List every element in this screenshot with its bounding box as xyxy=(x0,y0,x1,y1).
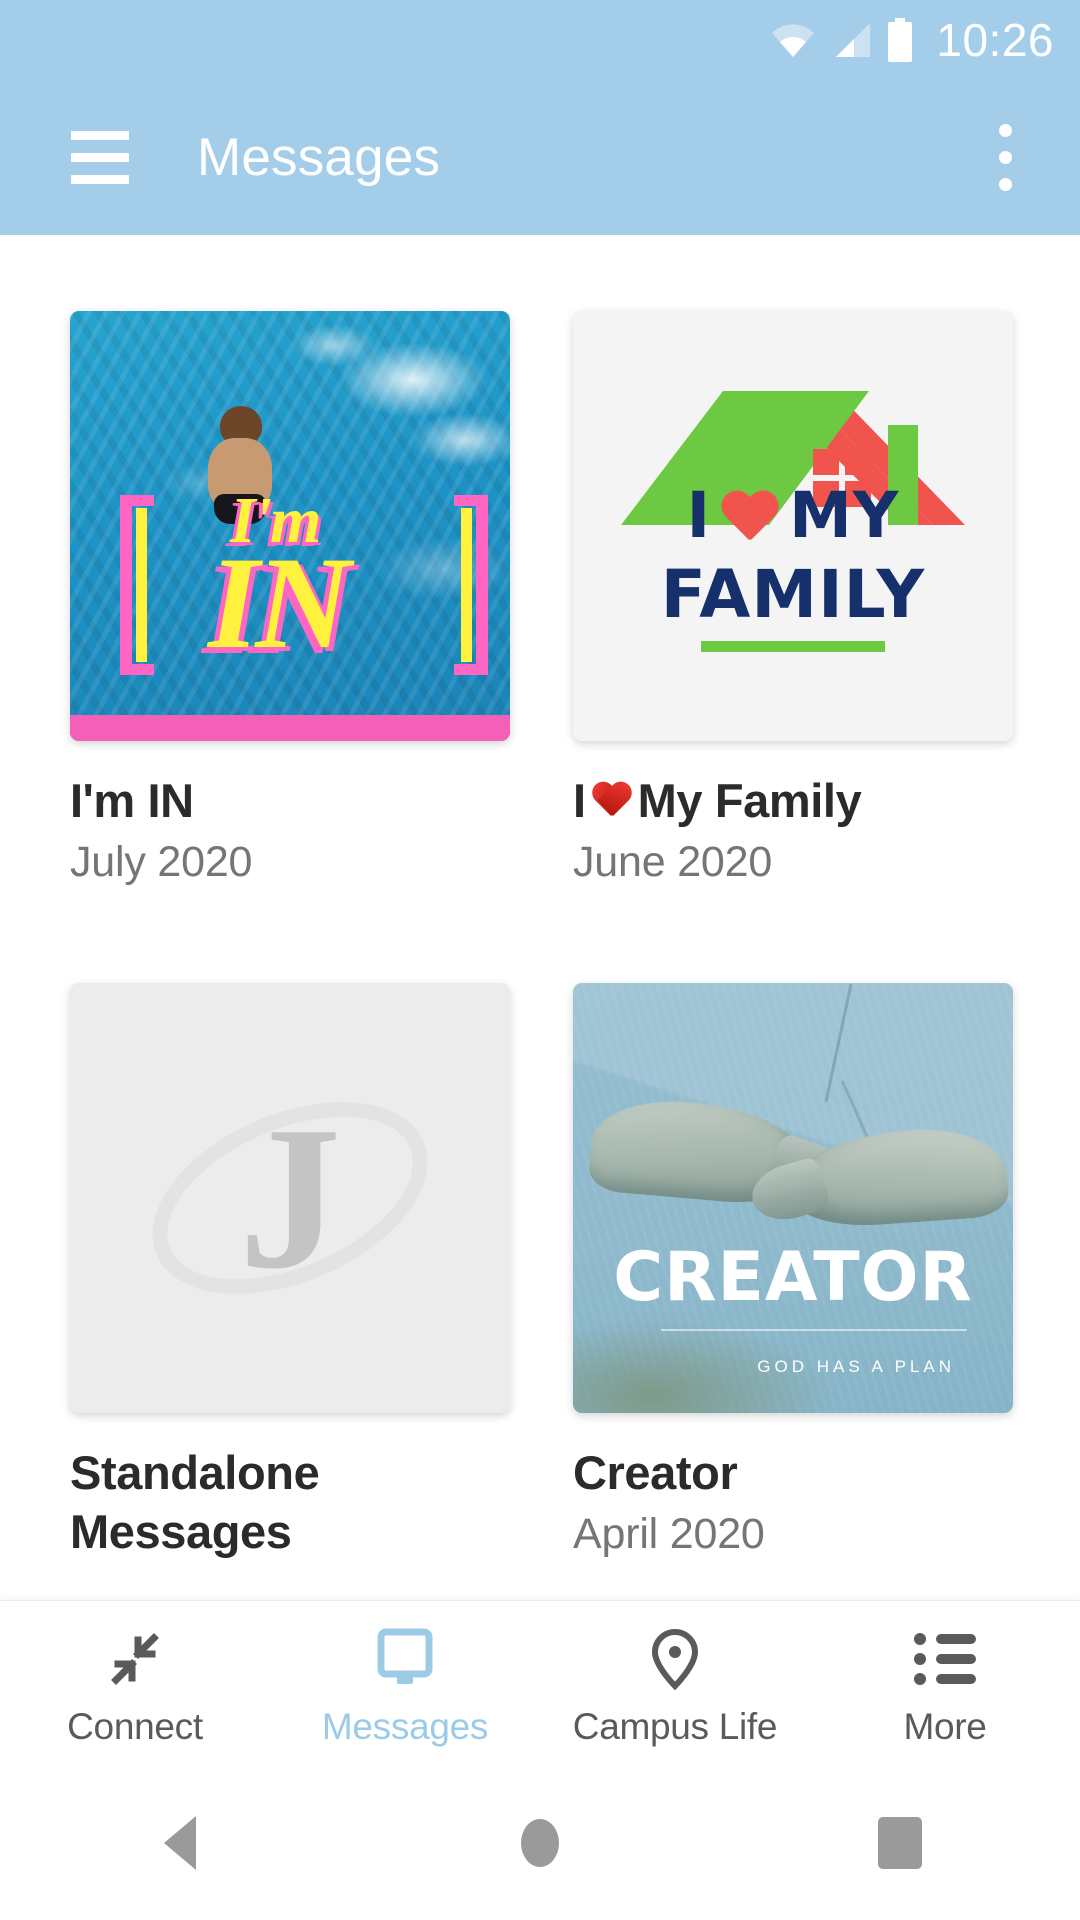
system-navigation-bar xyxy=(0,1765,1080,1920)
list-item[interactable]: I MY FAMILY I My Family June 2020 xyxy=(573,311,1013,887)
nav-item-more[interactable]: More xyxy=(810,1623,1080,1748)
pink-accent-bar xyxy=(70,715,510,741)
family-logo-art: I MY FAMILY xyxy=(573,311,1013,741)
nav-label: More xyxy=(903,1706,987,1747)
bottom-navigation-bar: Connect Messages Campus Life More xyxy=(0,1600,1080,1765)
home-circle-icon[interactable] xyxy=(450,1765,630,1920)
back-triangle-icon[interactable] xyxy=(90,1765,270,1920)
overlay-subtitle: GOD HAS A PLAN xyxy=(757,1357,955,1376)
placeholder-art: J xyxy=(70,983,510,1413)
connect-arrows-icon xyxy=(104,1623,166,1695)
card-title-prefix: I xyxy=(573,774,586,827)
green-underline xyxy=(701,641,885,652)
hamburger-menu-icon[interactable] xyxy=(45,80,155,235)
logo-word-my: MY xyxy=(789,479,900,552)
card-date: April 2020 xyxy=(573,1510,765,1558)
heart-emoji-icon xyxy=(591,783,633,821)
logo-word-i: I xyxy=(686,479,712,552)
card-date: June 2020 xyxy=(573,838,773,886)
phone-screen: 10:26 Messages I'm IN I'm IN July 2020 I… xyxy=(0,0,1080,1920)
nav-label: Connect xyxy=(67,1706,203,1747)
nav-item-connect[interactable]: Connect xyxy=(0,1623,270,1748)
card-grid: I'm IN I'm IN July 2020 I MY FAMILY I My… xyxy=(0,235,1080,1569)
message-series-list[interactable]: I'm IN I'm IN July 2020 I MY FAMILY I My… xyxy=(0,235,1080,1620)
overlay-text-main: IN xyxy=(208,529,351,676)
more-vertical-icon[interactable] xyxy=(970,103,1040,213)
list-item[interactable]: CREATOR GOD HAS A PLAN Creator April 202… xyxy=(573,983,1013,1569)
nav-label: Campus Life xyxy=(572,1706,778,1747)
wifi-icon xyxy=(770,21,816,59)
card-title: Standalone Messages xyxy=(70,1446,320,1558)
list-icon xyxy=(914,1623,976,1695)
card-thumbnail-standalone[interactable]: J xyxy=(70,983,510,1413)
card-title: I My Family xyxy=(573,771,1013,830)
card-thumbnail-im-in[interactable]: I'm IN xyxy=(70,311,510,741)
status-bar-clock: 10:26 xyxy=(936,14,1054,66)
app-bar: Messages xyxy=(0,80,1080,235)
logo-line-2: FAMILY xyxy=(660,556,926,633)
cell-signal-icon xyxy=(830,21,872,59)
location-pin-icon xyxy=(648,1623,702,1695)
page-title: Messages xyxy=(197,128,441,187)
list-item[interactable]: I'm IN I'm IN July 2020 xyxy=(70,311,510,887)
nav-label: Messages xyxy=(321,1706,489,1747)
nav-item-campus-life[interactable]: Campus Life xyxy=(540,1623,810,1748)
hand-right xyxy=(790,1123,1010,1231)
battery-icon xyxy=(886,18,914,62)
screen-icon xyxy=(375,1623,435,1695)
creation-of-adam-art: CREATOR GOD HAS A PLAN xyxy=(573,983,1013,1413)
im-in-overlay: I'm IN xyxy=(110,484,492,689)
card-thumbnail-creator[interactable]: CREATOR GOD HAS A PLAN xyxy=(573,983,1013,1413)
overlay-title: CREATOR xyxy=(613,1238,973,1317)
nav-item-messages[interactable]: Messages xyxy=(270,1623,540,1748)
placeholder-letter: J xyxy=(238,1084,342,1312)
list-item[interactable]: J Standalone Messages xyxy=(70,983,510,1569)
card-title: I'm IN xyxy=(70,774,194,827)
card-thumbnail-my-family[interactable]: I MY FAMILY xyxy=(573,311,1013,741)
heart-icon xyxy=(720,492,780,546)
overlay-divider xyxy=(661,1329,967,1331)
status-bar: 10:26 xyxy=(0,0,1080,80)
recents-square-icon[interactable] xyxy=(810,1765,990,1920)
card-date: July 2020 xyxy=(70,838,253,886)
card-title: Creator xyxy=(573,1446,738,1499)
card-title-suffix: My Family xyxy=(637,774,862,827)
logo-line-1: I MY xyxy=(573,479,1013,552)
fresco-crack xyxy=(824,983,853,1103)
